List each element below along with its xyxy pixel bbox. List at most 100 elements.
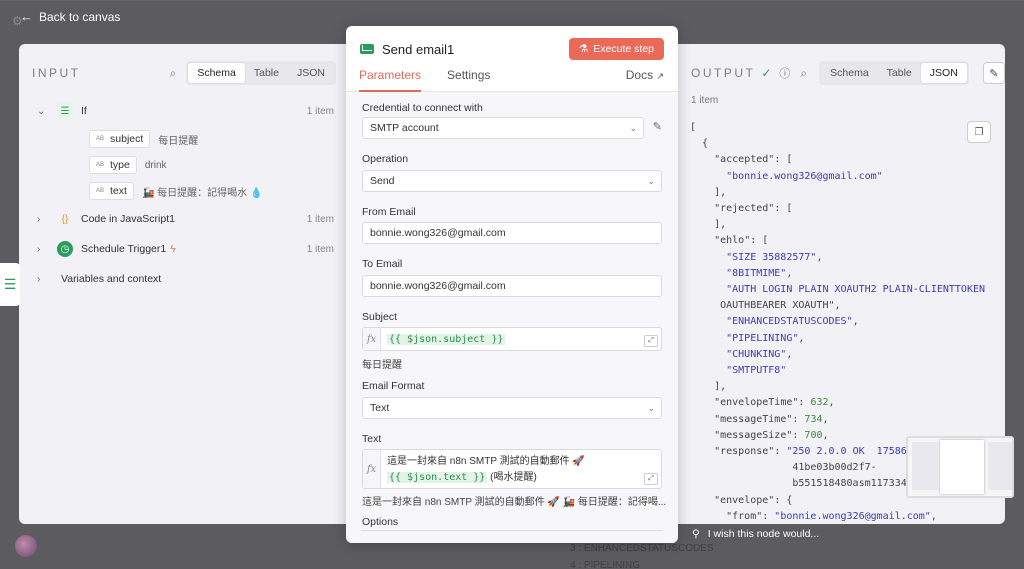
- from-email-label: From Email: [362, 206, 416, 218]
- edit-credential-icon[interactable]: ✎: [653, 120, 662, 133]
- execute-label: Execute step: [593, 43, 654, 55]
- json-line: "ehlo": [: [714, 235, 769, 247]
- input-schema-tree: ⌄ ☰ If 1 item AB subject 每日提醒 AB type drin…: [37, 96, 334, 294]
- tab-parameters[interactable]: Parameters: [359, 68, 422, 92]
- string-type-icon: AB: [96, 188, 105, 194]
- tree-item-variables[interactable]: › Variables and context: [37, 264, 334, 294]
- field-value: 🚂 每日提醒：記得喝水 💧: [141, 187, 263, 199]
- subject-expression-field[interactable]: fx {{ $json.subject }} ⤢: [362, 327, 662, 351]
- canvas-hint: 3 : ENHANCEDSTATUSCODES: [570, 543, 714, 554]
- canvas-hint: 4 : PIPELINING: [570, 560, 641, 569]
- json-line: "envelopeTime": 632,: [714, 397, 835, 409]
- field-value: drink: [144, 159, 167, 171]
- back-to-canvas-link[interactable]: ← Back to canvas: [20, 9, 120, 24]
- fx-icon: fx: [363, 328, 381, 350]
- chevron-down-icon: ⌄: [647, 402, 655, 413]
- chevron-right-icon[interactable]: ›: [37, 274, 51, 285]
- external-link-icon: ↗: [656, 71, 664, 81]
- credential-label: Credential to connect with: [362, 102, 483, 114]
- field-key: type: [110, 159, 130, 171]
- edit-output-button[interactable]: ✎: [983, 62, 1005, 84]
- json-line: ],: [690, 381, 727, 393]
- text-expression: {{ $json.text }}: [387, 472, 488, 483]
- avatar[interactable]: [15, 535, 37, 557]
- minimap-section: [988, 442, 1012, 490]
- json-line: {: [690, 138, 709, 150]
- item-count: 1 item: [306, 243, 334, 255]
- docs-label: Docs: [625, 68, 654, 82]
- text-expression-field[interactable]: fx 這是一封來自 n8n SMTP 測試的自動郵件 🚀 {{ $json.te…: [362, 449, 662, 489]
- node-title[interactable]: Send email1: [382, 42, 454, 57]
- feedback-link[interactable]: ⚲ I wish this node would...: [692, 528, 819, 540]
- chevron-right-icon[interactable]: ›: [37, 244, 51, 255]
- email-format-label: Email Format: [362, 380, 425, 392]
- expand-icon[interactable]: ⤢: [644, 473, 658, 485]
- json-line: "accepted": [: [714, 154, 793, 166]
- json-line: ],: [690, 219, 727, 231]
- execute-step-button[interactable]: ⚗ Execute step: [568, 38, 664, 60]
- json-line: "8BITMIME",: [726, 267, 793, 279]
- text-preview: 這是一封來自 n8n SMTP 測試的自動郵件 🚀 🚂 每日提醒：記得喝...: [362, 497, 667, 508]
- tab-schema[interactable]: Schema: [188, 63, 245, 83]
- to-email-value: bonnie.wong326@gmail.com: [370, 280, 506, 292]
- params-tabs: Parameters Settings Docs ↗: [346, 68, 678, 92]
- output-item-count: 1 item: [691, 95, 719, 106]
- options-divider: [362, 530, 662, 531]
- json-line: OAUTHBEARER XOAUTH",: [690, 300, 841, 312]
- to-email-field[interactable]: bonnie.wong326@gmail.com: [362, 275, 662, 297]
- input-panel: INPUT ⌕ Schema Table JSON ⌄ ☰ If 1 item …: [19, 44, 346, 524]
- tab-json[interactable]: JSON: [920, 63, 967, 83]
- tree-item-if[interactable]: ⌄ ☰ If 1 item: [37, 96, 334, 126]
- clock-icon: ◷: [57, 241, 73, 257]
- tree-item-label: Variables and context: [61, 273, 162, 285]
- tab-json[interactable]: JSON: [288, 63, 334, 83]
- json-line: "rejected": [: [714, 203, 793, 215]
- field-tag[interactable]: AB type: [89, 156, 137, 174]
- wish-label: I wish this node would...: [707, 528, 820, 540]
- trigger-bolt-icon: ϟ: [170, 243, 176, 255]
- schema-field[interactable]: AB subject 每日提醒: [37, 126, 334, 152]
- input-title: INPUT: [32, 66, 81, 80]
- canvas-minimap[interactable]: [906, 436, 1014, 498]
- credential-select[interactable]: SMTP account ⌄: [362, 117, 644, 139]
- if-node-icon: ☰: [57, 103, 73, 119]
- field-tag[interactable]: AB subject: [89, 130, 151, 148]
- search-icon[interactable]: ⌕: [800, 66, 807, 81]
- from-email-value: bonnie.wong326@gmail.com: [370, 227, 506, 239]
- subject-label: Subject: [362, 311, 398, 323]
- code-node-icon: {}: [61, 213, 69, 225]
- json-line: "SIZE 35882577",: [726, 251, 823, 263]
- operation-select[interactable]: Send ⌄: [362, 170, 662, 192]
- tab-table[interactable]: Table: [878, 63, 921, 83]
- if-node-handle[interactable]: ☰: [0, 263, 20, 306]
- minimap-section: [940, 440, 984, 494]
- json-line: ],: [690, 186, 727, 198]
- tab-settings[interactable]: Settings: [447, 68, 490, 92]
- email-format-select[interactable]: Text ⌄: [362, 397, 662, 419]
- chevron-right-icon[interactable]: ›: [37, 214, 51, 225]
- back-label: Back to canvas: [39, 9, 121, 24]
- tab-schema[interactable]: Schema: [821, 63, 878, 83]
- mail-icon: [360, 44, 374, 54]
- search-icon[interactable]: ⌕: [170, 66, 177, 81]
- json-line: "CHUNKING",: [726, 348, 793, 360]
- tree-item-code[interactable]: › {} Code in JavaScript1 1 item: [37, 204, 334, 234]
- text-line: 這是一封來自 n8n SMTP 測試的自動郵件 🚀: [387, 456, 585, 467]
- credential-value: SMTP account: [370, 122, 439, 134]
- tree-item-schedule[interactable]: › ◷ Schedule Trigger1 ϟ 1 item: [37, 234, 334, 264]
- tab-table[interactable]: Table: [245, 63, 288, 83]
- lightbulb-icon: ⚲: [692, 528, 700, 540]
- from-email-field[interactable]: bonnie.wong326@gmail.com: [362, 222, 662, 244]
- field-tag[interactable]: AB text: [89, 182, 134, 200]
- tree-item-label: Code in JavaScript1: [81, 213, 175, 225]
- info-icon[interactable]: ⓘ: [779, 65, 790, 81]
- expand-icon[interactable]: ⤢: [644, 335, 658, 347]
- schema-field[interactable]: AB type drink: [37, 152, 334, 178]
- schema-field[interactable]: AB text 🚂 每日提醒：記得喝水 💧: [37, 178, 334, 204]
- subject-expression: {{ $json.subject }}: [387, 334, 506, 345]
- operation-value: Send: [370, 175, 395, 187]
- docs-link[interactable]: Docs ↗: [626, 68, 664, 91]
- json-line: [: [690, 122, 697, 133]
- json-line: "PIPELINING",: [726, 332, 805, 344]
- chevron-down-icon[interactable]: ⌄: [37, 106, 51, 117]
